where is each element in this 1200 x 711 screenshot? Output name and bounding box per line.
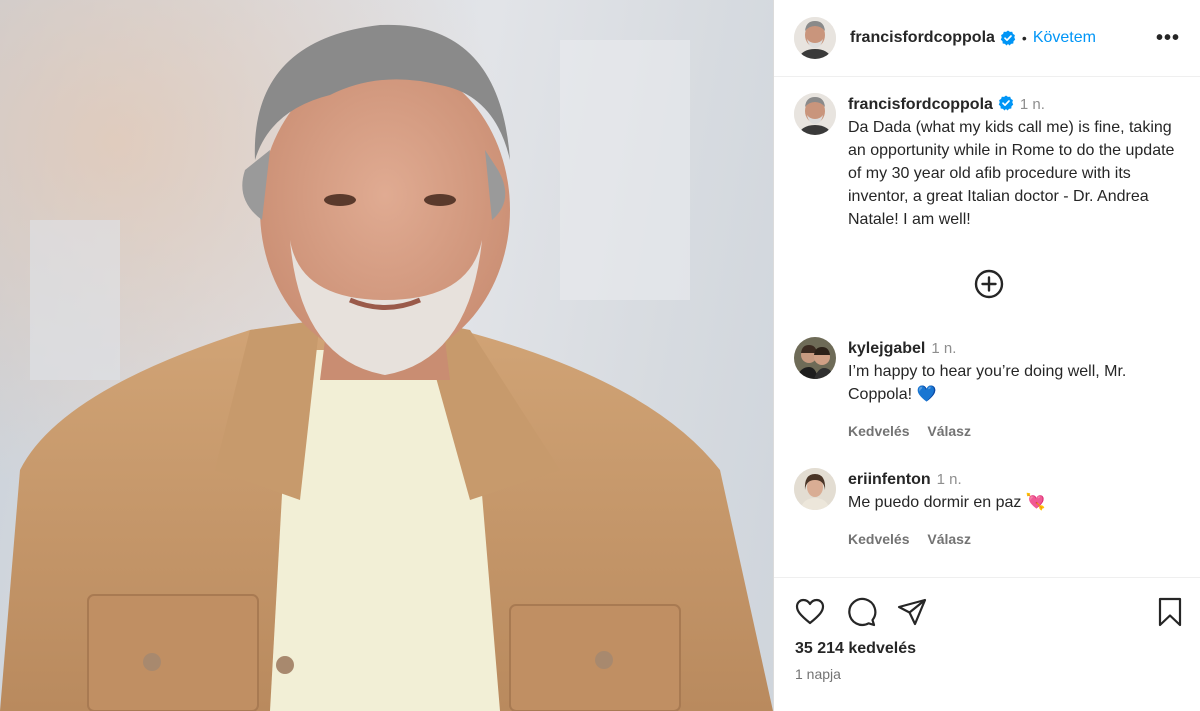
- commenter-username[interactable]: kylejgabel: [848, 340, 925, 357]
- author-avatar[interactable]: [794, 17, 836, 59]
- post-date[interactable]: 1 napja: [795, 666, 841, 682]
- commenter-username[interactable]: eriinfenton: [848, 471, 931, 488]
- comment-text: I’m happy to hear you’re doing well, Mr.…: [848, 363, 1127, 403]
- comment-text: Me puedo dormir en paz 💘: [848, 494, 1046, 511]
- verified-badge-icon: [998, 95, 1014, 111]
- post-photo[interactable]: [0, 0, 773, 711]
- caption-body: francisfordcoppola 1 n. Da Dada (what my…: [848, 93, 1180, 231]
- caption-time[interactable]: 1 n.: [1020, 96, 1045, 113]
- likes-count[interactable]: 35 214 kedvelés: [795, 640, 916, 658]
- comment-bubble-icon[interactable]: [845, 596, 877, 628]
- comment-item: eriinfenton 1 n. Me puedo dormir en paz 💘…: [794, 468, 1193, 551]
- comment-like-button[interactable]: Kedvelés: [848, 423, 909, 439]
- comment-body: eriinfenton 1 n. Me puedo dormir en paz 💘…: [848, 468, 1193, 551]
- comment-time[interactable]: 1 n.: [931, 340, 956, 357]
- caption-username[interactable]: francisfordcoppola: [848, 96, 993, 113]
- commenter-avatar[interactable]: [794, 468, 836, 510]
- header-separator: •: [1021, 30, 1027, 46]
- post-header: francisfordcoppola • Követem •••: [774, 0, 1200, 77]
- action-icons: [794, 596, 947, 628]
- plus-circle-icon[interactable]: [973, 268, 1005, 300]
- more-options-icon[interactable]: •••: [1156, 27, 1180, 50]
- portrait-image: [0, 0, 773, 711]
- comment-actions: Kedvelés Válasz: [848, 528, 1193, 551]
- comment-reply-button[interactable]: Válasz: [927, 423, 971, 439]
- caption-text: Da Dada (what my kids call me) is fine, …: [848, 119, 1175, 228]
- post-side-panel: francisfordcoppola • Követem ••• francis…: [773, 0, 1200, 711]
- instagram-post: francisfordcoppola • Követem ••• francis…: [0, 0, 1200, 711]
- heart-icon[interactable]: [794, 596, 826, 628]
- comment-actions: Kedvelés Válasz: [848, 420, 1193, 443]
- comment-reply-button[interactable]: Válasz: [927, 531, 971, 547]
- post-actions-bar: 35 214 kedvelés 1 napja: [774, 577, 1200, 711]
- paper-plane-icon[interactable]: [896, 596, 928, 628]
- verified-badge-icon: [1000, 30, 1016, 46]
- bookmark-icon[interactable]: [1155, 596, 1185, 628]
- commenter-avatar[interactable]: [794, 337, 836, 379]
- post-caption: francisfordcoppola 1 n. Da Dada (what my…: [774, 77, 1200, 231]
- following-button[interactable]: Követem: [1033, 29, 1096, 47]
- comment-item: kylejgabel 1 n. I’m happy to hear you’re …: [794, 337, 1193, 443]
- comment-body: kylejgabel 1 n. I’m happy to hear you’re …: [848, 337, 1193, 443]
- caption-author-avatar[interactable]: [794, 93, 836, 135]
- comment-like-button[interactable]: Kedvelés: [848, 531, 909, 547]
- author-username[interactable]: francisfordcoppola: [850, 29, 995, 47]
- comment-time[interactable]: 1 n.: [937, 471, 962, 488]
